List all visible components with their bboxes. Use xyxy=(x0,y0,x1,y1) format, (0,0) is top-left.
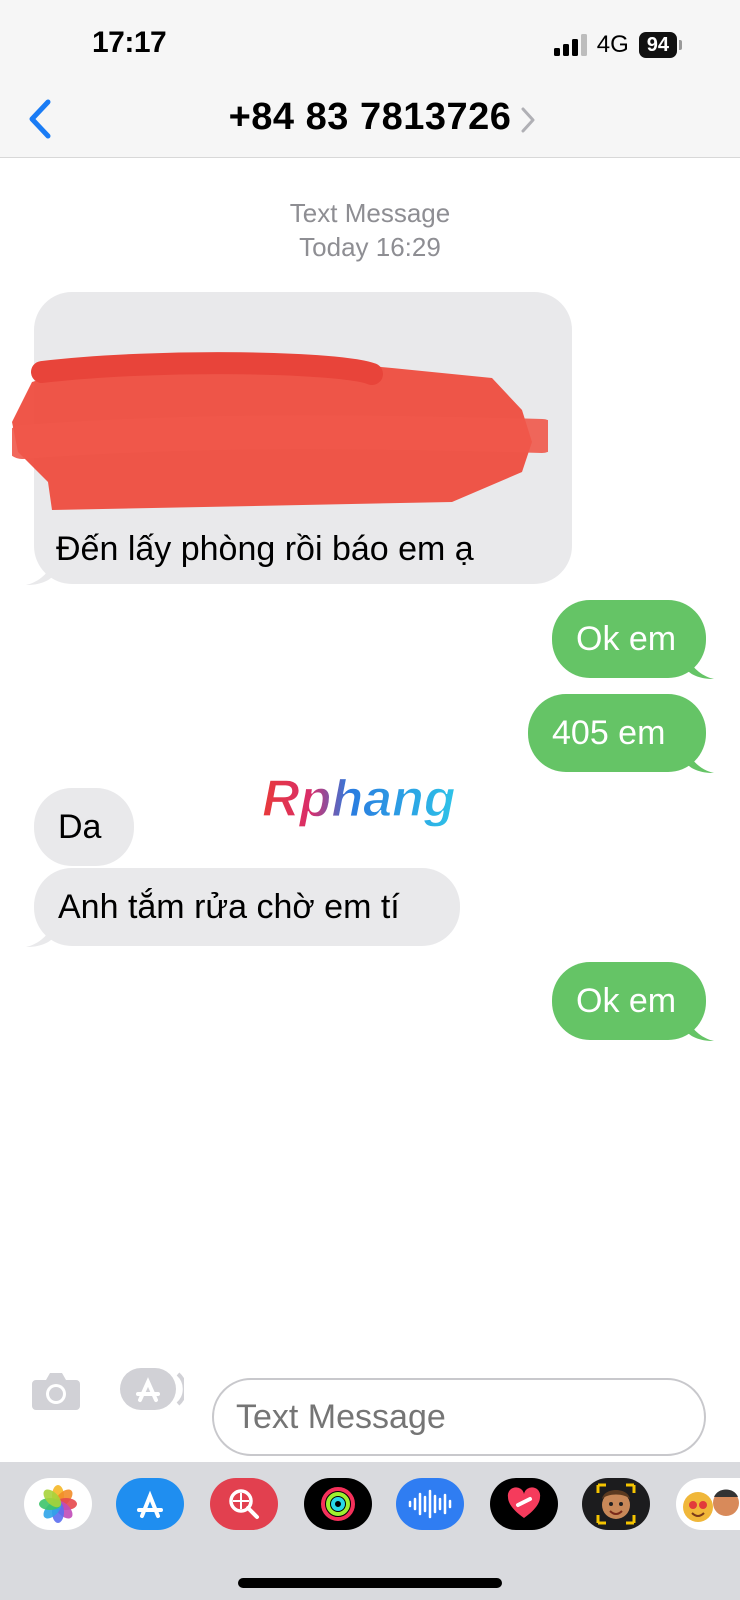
cellular-signal-icon xyxy=(553,34,587,56)
watermark-text: Rphang xyxy=(262,770,456,828)
message-input[interactable] xyxy=(212,1378,706,1456)
network-type: 4G xyxy=(596,31,629,58)
chevron-right-icon[interactable] xyxy=(520,106,536,134)
camera-icon[interactable] xyxy=(30,1368,82,1412)
memoji-icon[interactable] xyxy=(582,1478,650,1530)
redaction-scribble xyxy=(12,352,548,510)
app-store-icon[interactable] xyxy=(116,1478,184,1530)
message-text: Đến lấy phòng rồi báo em ạ xyxy=(56,530,474,568)
message-bubble-incoming[interactable]: Anh tắm rửa chờ em tí xyxy=(26,868,460,947)
message-text: 405 em xyxy=(552,714,666,752)
message-text: Anh tắm rửa chờ em tí xyxy=(58,888,400,926)
thread-date: Today 16:29 xyxy=(299,232,441,262)
battery-level: 94 xyxy=(638,32,677,58)
home-indicator[interactable] xyxy=(238,1578,502,1588)
service-label: Text Message xyxy=(289,198,451,228)
memoji-stickers-icon[interactable] xyxy=(676,1478,740,1530)
battery-icon: 94 xyxy=(638,32,682,58)
watermark-logo: Rphang xyxy=(261,769,456,828)
status-time: 17:17 xyxy=(92,26,167,59)
message-bubble-outgoing[interactable]: Ok em xyxy=(552,600,714,679)
photos-app-icon[interactable] xyxy=(24,1478,92,1530)
digital-touch-icon[interactable] xyxy=(490,1478,558,1530)
contact-name[interactable]: +84 83 7813726 xyxy=(0,96,740,139)
app-store-button-icon[interactable] xyxy=(118,1366,184,1412)
image-search-icon[interactable] xyxy=(210,1478,278,1530)
message-bubble-incoming[interactable]: Da xyxy=(34,788,134,866)
thread-timestamp: Text Message Today 16:29 xyxy=(0,196,740,264)
activity-icon[interactable] xyxy=(304,1478,372,1530)
message-text: Ok em xyxy=(576,982,677,1020)
message-bubble-outgoing[interactable]: Ok em xyxy=(552,962,714,1041)
message-text: Da xyxy=(58,808,102,846)
audio-message-icon[interactable] xyxy=(396,1478,464,1530)
status-indicators: 4G 94 xyxy=(553,30,682,60)
message-bubble-outgoing[interactable]: 405 em xyxy=(528,694,714,773)
message-text: Ok em xyxy=(576,620,677,658)
message-bubble-incoming[interactable]: Đến lấy phòng rồi báo em ạ xyxy=(12,292,572,585)
conversation-header: 17:17 4G 94 +84 83 7813726 xyxy=(0,0,740,158)
